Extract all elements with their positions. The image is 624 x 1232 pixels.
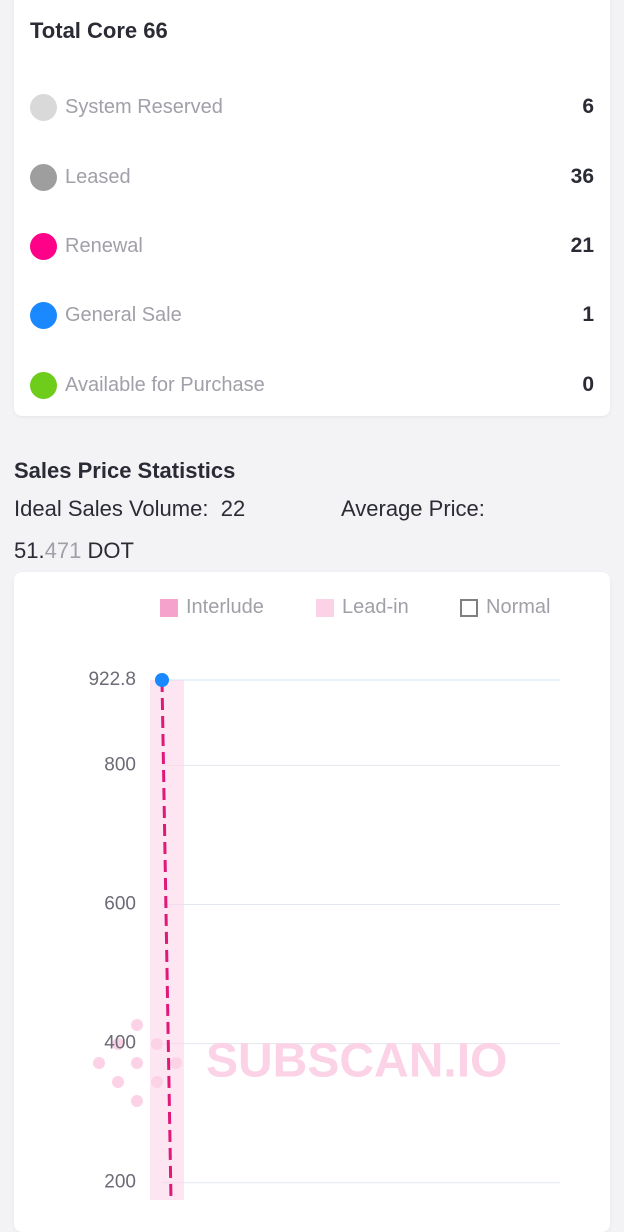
y-tick-label: 922.8 bbox=[88, 669, 136, 690]
y-tick-label: 800 bbox=[104, 754, 136, 775]
core-value: 21 bbox=[570, 234, 594, 257]
general-sale-dot-icon bbox=[30, 301, 57, 329]
renewal-dot-icon bbox=[30, 232, 57, 260]
core-row-leased: Leased 36 bbox=[30, 160, 594, 194]
sales-price-statistics-title: Sales Price Statistics bbox=[14, 458, 236, 483]
leased-dot-icon bbox=[30, 163, 57, 191]
core-value: 36 bbox=[570, 165, 594, 188]
core-label: General Sale bbox=[65, 303, 182, 326]
average-price-value: 51.471 DOT bbox=[14, 538, 134, 564]
y-tick-label: 600 bbox=[104, 894, 136, 915]
core-value: 6 bbox=[582, 95, 594, 118]
core-row-renewal: Renewal 21 bbox=[30, 229, 594, 263]
ideal-sales-label: Ideal Sales Volume: bbox=[14, 496, 209, 521]
core-label: Leased bbox=[65, 165, 131, 188]
price-chart: SUBSCAN.IO 922.8 800 600 400 200 bbox=[88, 669, 560, 1200]
chart-grid bbox=[162, 679, 560, 1184]
watermark-text: SUBSCAN.IO bbox=[206, 1035, 507, 1088]
core-label: Renewal bbox=[65, 234, 143, 257]
average-price-unit: DOT bbox=[87, 538, 134, 563]
y-axis-ticks: 922.8 800 600 400 200 bbox=[88, 669, 136, 1193]
average-price-label: Average Price: bbox=[341, 496, 485, 521]
data-point[interactable] bbox=[155, 673, 169, 687]
available-dot-icon bbox=[30, 371, 57, 399]
average-price-decimals: 471 bbox=[44, 538, 82, 563]
total-core-title: Total Core 66 bbox=[30, 18, 168, 43]
ideal-sales-value: 22 bbox=[220, 496, 246, 521]
average-price-integer: 51. bbox=[14, 538, 45, 563]
y-tick-label: 200 bbox=[104, 1172, 136, 1193]
core-row-general-sale: General Sale 1 bbox=[30, 298, 594, 332]
core-row-system-reserved: System Reserved 6 bbox=[30, 90, 594, 124]
core-label: System Reserved bbox=[65, 95, 223, 118]
core-row-available: Available for Purchase 0 bbox=[30, 368, 594, 402]
core-label: Available for Purchase bbox=[65, 373, 265, 396]
y-tick-label: 400 bbox=[104, 1033, 136, 1054]
core-summary-card: Total Core 66 System Reserved 6 Leased 3… bbox=[14, 0, 610, 416]
system-reserved-dot-icon bbox=[30, 93, 57, 121]
core-value: 1 bbox=[582, 303, 594, 326]
ideal-sales-volume: Ideal Sales Volume: 22 bbox=[14, 496, 245, 522]
core-value: 0 bbox=[582, 373, 594, 396]
